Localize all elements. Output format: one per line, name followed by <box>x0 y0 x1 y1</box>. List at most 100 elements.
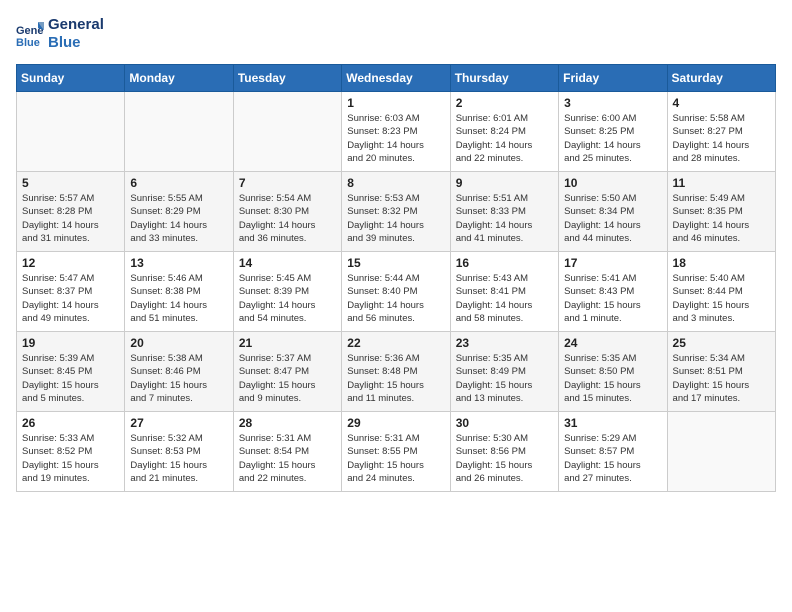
calendar-week-3: 12 Sunrise: 5:47 AM Sunset: 8:37 PM Dayli… <box>17 252 776 332</box>
day-number: 19 <box>22 336 119 350</box>
calendar-cell: 1 Sunrise: 6:03 AM Sunset: 8:23 PM Daylig… <box>342 92 450 172</box>
day-info: Sunrise: 5:47 AM Sunset: 8:37 PM Dayligh… <box>22 272 119 325</box>
day-number: 16 <box>456 256 553 270</box>
calendar-cell: 2 Sunrise: 6:01 AM Sunset: 8:24 PM Daylig… <box>450 92 558 172</box>
calendar-cell: 16 Sunrise: 5:43 AM Sunset: 8:41 PM Dayli… <box>450 252 558 332</box>
day-info: Sunrise: 5:34 AM Sunset: 8:51 PM Dayligh… <box>673 352 770 405</box>
calendar-cell: 23Sunrise: 5:35 AM Sunset: 8:49 PM Dayli… <box>450 332 558 412</box>
day-number: 14 <box>239 256 336 270</box>
day-info: Sunrise: 5:35 AM Sunset: 8:50 PM Dayligh… <box>564 352 661 405</box>
day-number: 6 <box>130 176 227 190</box>
logo: General Blue General Blue <box>16 16 104 52</box>
day-number: 24 <box>564 336 661 350</box>
day-info: Sunrise: 5:46 AM Sunset: 8:38 PM Dayligh… <box>130 272 227 325</box>
calendar-cell: 11Sunrise: 5:49 AM Sunset: 8:35 PM Dayli… <box>667 172 775 252</box>
day-number: 23 <box>456 336 553 350</box>
calendar-cell: 20 Sunrise: 5:38 AM Sunset: 8:46 PM Dayli… <box>125 332 233 412</box>
calendar-week-4: 19Sunrise: 5:39 AM Sunset: 8:45 PM Dayli… <box>17 332 776 412</box>
calendar-cell: 30 Sunrise: 5:30 AM Sunset: 8:56 PM Dayli… <box>450 412 558 492</box>
calendar-cell <box>667 412 775 492</box>
weekday-header-row: SundayMondayTuesdayWednesdayThursdayFrid… <box>17 65 776 92</box>
day-info: Sunrise: 5:31 AM Sunset: 8:54 PM Dayligh… <box>239 432 336 485</box>
day-number: 17 <box>564 256 661 270</box>
page-header: General Blue General Blue <box>16 16 776 52</box>
day-info: Sunrise: 5:29 AM Sunset: 8:57 PM Dayligh… <box>564 432 661 485</box>
calendar-cell <box>233 92 341 172</box>
day-number: 10 <box>564 176 661 190</box>
calendar-cell: 28 Sunrise: 5:31 AM Sunset: 8:54 PM Dayli… <box>233 412 341 492</box>
calendar-cell: 18Sunrise: 5:40 AM Sunset: 8:44 PM Dayli… <box>667 252 775 332</box>
day-info: Sunrise: 5:51 AM Sunset: 8:33 PM Dayligh… <box>456 192 553 245</box>
calendar-cell: 24 Sunrise: 5:35 AM Sunset: 8:50 PM Dayli… <box>559 332 667 412</box>
day-info: Sunrise: 5:50 AM Sunset: 8:34 PM Dayligh… <box>564 192 661 245</box>
day-info: Sunrise: 6:03 AM Sunset: 8:23 PM Dayligh… <box>347 112 444 165</box>
weekday-header-tuesday: Tuesday <box>233 65 341 92</box>
day-info: Sunrise: 5:37 AM Sunset: 8:47 PM Dayligh… <box>239 352 336 405</box>
day-number: 30 <box>456 416 553 430</box>
day-info: Sunrise: 5:36 AM Sunset: 8:48 PM Dayligh… <box>347 352 444 405</box>
day-number: 21 <box>239 336 336 350</box>
day-info: Sunrise: 5:40 AM Sunset: 8:44 PM Dayligh… <box>673 272 770 325</box>
day-info: Sunrise: 5:38 AM Sunset: 8:46 PM Dayligh… <box>130 352 227 405</box>
calendar-cell: 3 Sunrise: 6:00 AM Sunset: 8:25 PM Daylig… <box>559 92 667 172</box>
day-info: Sunrise: 5:41 AM Sunset: 8:43 PM Dayligh… <box>564 272 661 325</box>
day-number: 25 <box>673 336 770 350</box>
svg-text:Blue: Blue <box>16 37 40 48</box>
weekday-header-thursday: Thursday <box>450 65 558 92</box>
day-number: 5 <box>22 176 119 190</box>
calendar-cell: 26Sunrise: 5:33 AM Sunset: 8:52 PM Dayli… <box>17 412 125 492</box>
day-number: 20 <box>130 336 227 350</box>
calendar-cell <box>17 92 125 172</box>
day-info: Sunrise: 6:00 AM Sunset: 8:25 PM Dayligh… <box>564 112 661 165</box>
calendar-cell: 14 Sunrise: 5:45 AM Sunset: 8:39 PM Dayli… <box>233 252 341 332</box>
day-info: Sunrise: 5:54 AM Sunset: 8:30 PM Dayligh… <box>239 192 336 245</box>
calendar-cell: 7 Sunrise: 5:54 AM Sunset: 8:30 PM Daylig… <box>233 172 341 252</box>
calendar-cell: 19Sunrise: 5:39 AM Sunset: 8:45 PM Dayli… <box>17 332 125 412</box>
day-info: Sunrise: 5:44 AM Sunset: 8:40 PM Dayligh… <box>347 272 444 325</box>
day-number: 1 <box>347 96 444 110</box>
calendar-cell: 22 Sunrise: 5:36 AM Sunset: 8:48 PM Dayli… <box>342 332 450 412</box>
weekday-header-monday: Monday <box>125 65 233 92</box>
day-number: 12 <box>22 256 119 270</box>
day-info: Sunrise: 5:43 AM Sunset: 8:41 PM Dayligh… <box>456 272 553 325</box>
day-number: 3 <box>564 96 661 110</box>
day-number: 22 <box>347 336 444 350</box>
day-number: 11 <box>673 176 770 190</box>
weekday-header-friday: Friday <box>559 65 667 92</box>
day-info: Sunrise: 5:55 AM Sunset: 8:29 PM Dayligh… <box>130 192 227 245</box>
day-info: Sunrise: 5:57 AM Sunset: 8:28 PM Dayligh… <box>22 192 119 245</box>
calendar-cell: 25 Sunrise: 5:34 AM Sunset: 8:51 PM Dayli… <box>667 332 775 412</box>
day-number: 27 <box>130 416 227 430</box>
day-number: 31 <box>564 416 661 430</box>
weekday-header-saturday: Saturday <box>667 65 775 92</box>
day-info: Sunrise: 5:45 AM Sunset: 8:39 PM Dayligh… <box>239 272 336 325</box>
weekday-header-wednesday: Wednesday <box>342 65 450 92</box>
day-number: 9 <box>456 176 553 190</box>
calendar-header: SundayMondayTuesdayWednesdayThursdayFrid… <box>17 65 776 92</box>
calendar-cell: 17 Sunrise: 5:41 AM Sunset: 8:43 PM Dayli… <box>559 252 667 332</box>
day-number: 13 <box>130 256 227 270</box>
calendar-cell: 27 Sunrise: 5:32 AM Sunset: 8:53 PM Dayli… <box>125 412 233 492</box>
logo-general: General <box>48 16 104 34</box>
calendar-cell: 8Sunrise: 5:53 AM Sunset: 8:32 PM Daylig… <box>342 172 450 252</box>
day-number: 2 <box>456 96 553 110</box>
day-number: 7 <box>239 176 336 190</box>
calendar-cell: 15Sunrise: 5:44 AM Sunset: 8:40 PM Dayli… <box>342 252 450 332</box>
day-number: 29 <box>347 416 444 430</box>
day-info: Sunrise: 6:01 AM Sunset: 8:24 PM Dayligh… <box>456 112 553 165</box>
day-info: Sunrise: 5:32 AM Sunset: 8:53 PM Dayligh… <box>130 432 227 485</box>
day-number: 28 <box>239 416 336 430</box>
calendar-cell: 13 Sunrise: 5:46 AM Sunset: 8:38 PM Dayli… <box>125 252 233 332</box>
day-number: 4 <box>673 96 770 110</box>
calendar-cell: 12 Sunrise: 5:47 AM Sunset: 8:37 PM Dayli… <box>17 252 125 332</box>
logo-blue: Blue <box>48 34 104 52</box>
calendar-body: 1 Sunrise: 6:03 AM Sunset: 8:23 PM Daylig… <box>17 92 776 492</box>
calendar-cell: 6 Sunrise: 5:55 AM Sunset: 8:29 PM Daylig… <box>125 172 233 252</box>
calendar-cell: 31 Sunrise: 5:29 AM Sunset: 8:57 PM Dayli… <box>559 412 667 492</box>
day-number: 8 <box>347 176 444 190</box>
calendar-week-1: 1 Sunrise: 6:03 AM Sunset: 8:23 PM Daylig… <box>17 92 776 172</box>
calendar-cell: 9 Sunrise: 5:51 AM Sunset: 8:33 PM Daylig… <box>450 172 558 252</box>
calendar-cell: 4Sunrise: 5:58 AM Sunset: 8:27 PM Daylig… <box>667 92 775 172</box>
day-info: Sunrise: 5:30 AM Sunset: 8:56 PM Dayligh… <box>456 432 553 485</box>
weekday-header-sunday: Sunday <box>17 65 125 92</box>
